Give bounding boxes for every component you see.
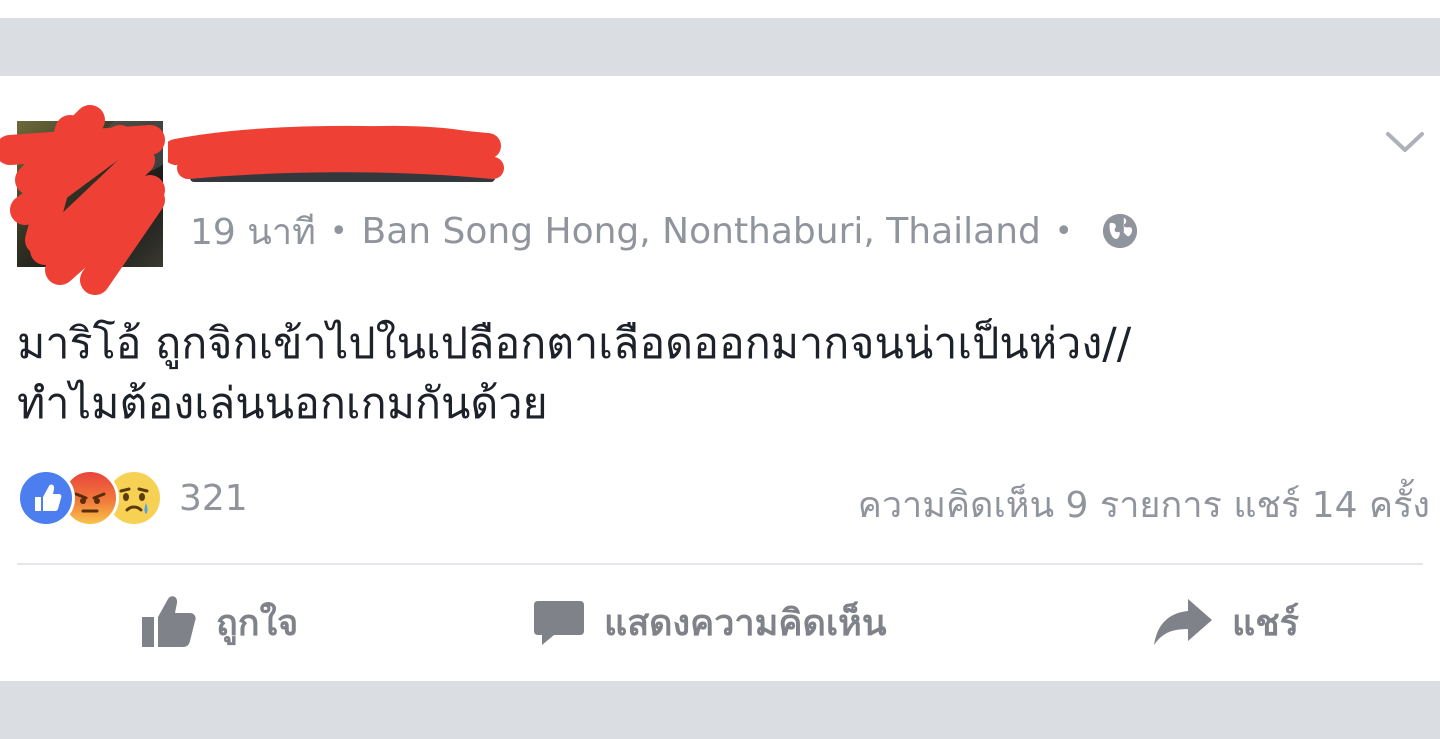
bottom-separator-band bbox=[0, 681, 1440, 739]
shares-count[interactable]: แชร์ 14 ครั้ง bbox=[1233, 485, 1430, 526]
share-button[interactable]: แชร์ bbox=[1152, 590, 1299, 654]
comments-count[interactable]: ความคิดเห็น 9 รายการ bbox=[858, 485, 1222, 526]
share-label: แชร์ bbox=[1232, 602, 1299, 644]
chevron-down-icon[interactable] bbox=[1385, 128, 1425, 156]
post-meta: 19 นาที • Ban Song Hong, Nonthaburi, Tha… bbox=[190, 206, 1139, 256]
top-separator-band bbox=[0, 18, 1440, 76]
like-button[interactable]: ถูกใจ bbox=[140, 590, 298, 654]
meta-separator: • bbox=[329, 213, 348, 249]
post-time[interactable]: 19 นาที bbox=[190, 203, 316, 260]
like-icon bbox=[17, 469, 75, 527]
meta-separator: • bbox=[1054, 213, 1073, 249]
share-icon bbox=[1154, 599, 1212, 645]
reactions-summary[interactable]: 321 bbox=[17, 467, 248, 529]
comment-icon bbox=[534, 601, 584, 645]
reaction-count[interactable]: 321 bbox=[179, 478, 248, 519]
like-label: ถูกใจ bbox=[216, 602, 299, 644]
comment-label: แสดงความคิดเห็น bbox=[604, 602, 887, 644]
redaction-scribble-avatar bbox=[0, 105, 165, 295]
divider bbox=[17, 563, 1423, 565]
globe-icon[interactable] bbox=[1101, 212, 1139, 250]
redaction-scribble-name bbox=[168, 125, 504, 179]
post-location[interactable]: Ban Song Hong, Nonthaburi, Thailand bbox=[362, 211, 1041, 252]
thumbs-up-icon bbox=[142, 596, 196, 647]
post-text: มาริโอ้ ถูกจิกเข้าไปในเปลือกตาเลือดออกมา… bbox=[17, 319, 1132, 429]
post-stats: ความคิดเห็น 9 รายการ แชร์ 14 ครั้ง bbox=[858, 476, 1430, 533]
comment-button[interactable]: แสดงความคิดเห็น bbox=[532, 590, 886, 654]
